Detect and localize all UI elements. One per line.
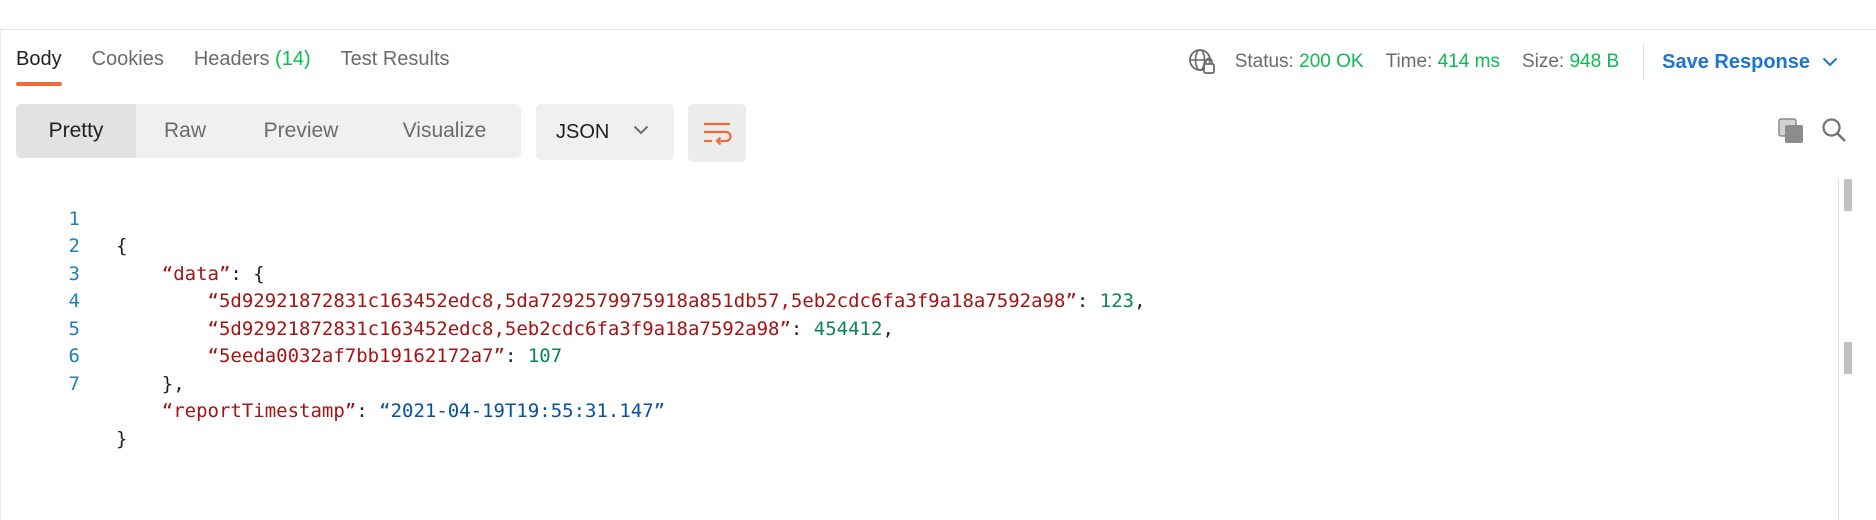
view-raw[interactable]: Raw bbox=[136, 104, 234, 158]
tab-headers[interactable]: Headers (14) bbox=[194, 44, 311, 88]
tab-test-results-label: Test Results bbox=[340, 48, 450, 70]
top-divider bbox=[0, 29, 1876, 30]
view-preview[interactable]: Preview bbox=[234, 104, 368, 158]
code-text: “reportTimestamp”: “2021-04-19T19:55:31.… bbox=[161, 400, 666, 422]
code-text: } bbox=[116, 426, 127, 454]
view-preview-label: Preview bbox=[263, 119, 339, 142]
status-indicator[interactable]: Status: 200 OK bbox=[1235, 51, 1364, 73]
format-dropdown[interactable]: JSON bbox=[536, 104, 674, 160]
tab-cookies-label: Cookies bbox=[91, 48, 164, 70]
view-visualize-label: Visualize bbox=[402, 119, 487, 142]
headers-count: (14) bbox=[275, 48, 311, 70]
time-label: Time: bbox=[1385, 51, 1433, 72]
meta-divider bbox=[1643, 44, 1645, 80]
size-indicator[interactable]: Size: 948 B bbox=[1522, 51, 1619, 73]
tab-headers-label: Headers bbox=[193, 48, 270, 70]
json-string: “2021-04-19T19:55:31.147” bbox=[379, 400, 666, 422]
response-meta: Status: 200 OK Time: 414 ms Size: 948 B … bbox=[1187, 44, 1838, 80]
search-icon[interactable] bbox=[1820, 116, 1848, 144]
wrap-lines-button[interactable] bbox=[688, 104, 746, 162]
scrollbar-marker[interactable] bbox=[1844, 342, 1852, 374]
size-value: 948 B bbox=[1569, 51, 1620, 72]
code-line: 2 “data”: { bbox=[0, 206, 1830, 285]
tab-test-results[interactable]: Test Results bbox=[341, 44, 450, 88]
tab-cookies[interactable]: Cookies bbox=[92, 44, 164, 88]
code-line: 1 { bbox=[0, 178, 1830, 258]
tab-body-label: Body bbox=[16, 48, 62, 70]
code-line: } bbox=[0, 371, 1830, 450]
view-raw-label: Raw bbox=[163, 119, 206, 142]
time-value: 414 ms bbox=[1437, 51, 1500, 72]
view-pretty-label: Pretty bbox=[48, 119, 104, 142]
view-pretty[interactable]: Pretty bbox=[16, 104, 136, 158]
view-mode-selector: Pretty Raw Preview Visualize bbox=[16, 104, 521, 158]
json-close-brace: } bbox=[116, 427, 128, 450]
view-visualize[interactable]: Visualize bbox=[368, 104, 521, 158]
code-line: 6 }, bbox=[0, 316, 1830, 395]
copy-icon[interactable] bbox=[1777, 117, 1805, 145]
chevron-down-icon bbox=[1822, 57, 1838, 67]
scrollbar-thumb[interactable] bbox=[1844, 179, 1852, 211]
format-dropdown-value: JSON bbox=[556, 120, 610, 143]
save-response-label: Save Response bbox=[1662, 50, 1810, 73]
json-key: “reportTimestamp” bbox=[161, 400, 357, 422]
globe-lock-icon[interactable] bbox=[1187, 47, 1217, 77]
code-line: 5 “5eeda0032af7bb19162172a7”: 107 bbox=[0, 288, 1830, 368]
tab-body[interactable]: Body bbox=[16, 44, 62, 88]
chevron-down-icon bbox=[633, 125, 649, 135]
code-line: 4 “5d92921872831c163452edc8,5eb2cdc6fa3f… bbox=[0, 261, 1830, 340]
code-line: 3 “5d92921872831c163452edc8,5da729257997… bbox=[0, 233, 1830, 313]
status-label: Status: bbox=[1234, 51, 1294, 72]
code-line: 7 “reportTimestamp”: “2021-04-19T19:55:3… bbox=[0, 343, 1830, 423]
status-value: 200 OK bbox=[1299, 51, 1364, 72]
wrap-lines-icon bbox=[704, 122, 732, 145]
size-label: Size: bbox=[1521, 51, 1565, 72]
save-response-button[interactable]: Save Response bbox=[1662, 51, 1838, 74]
scrollbar-track[interactable] bbox=[1838, 178, 1839, 520]
response-tabs: Body Cookies Headers (14) Test Results bbox=[16, 44, 480, 92]
response-body-editor[interactable]: 1 { 2 “data”: { 3 “5d92921872831c163452e… bbox=[0, 178, 1830, 450]
time-indicator[interactable]: Time: 414 ms bbox=[1386, 51, 1500, 73]
